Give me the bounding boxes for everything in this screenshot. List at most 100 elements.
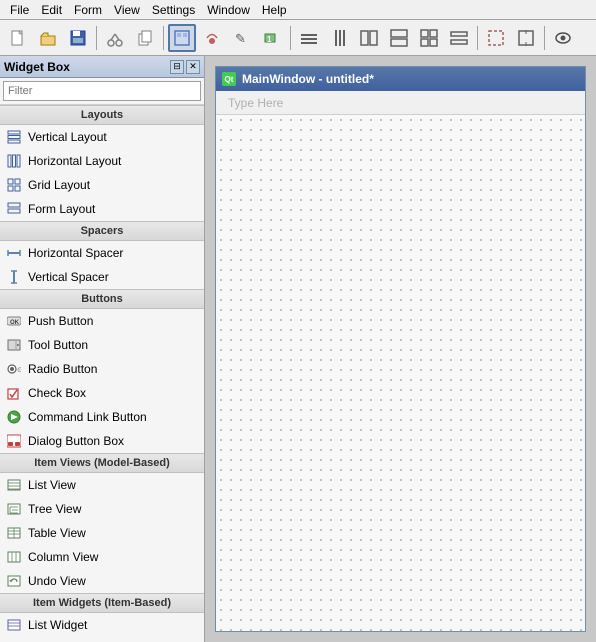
sep2 (163, 26, 164, 50)
item-column-view[interactable]: Column View (0, 545, 204, 569)
toolbar: ✎ 1 (0, 20, 596, 56)
tool-button-label: Tool Button (28, 338, 88, 352)
menu-file[interactable]: File (4, 1, 35, 19)
list-widget-icon (6, 617, 22, 633)
menu-help[interactable]: Help (256, 1, 293, 19)
svg-text:⊙: ⊙ (17, 367, 21, 374)
main-window: Qt MainWindow - untitled* Type Here (215, 66, 586, 632)
dialog-button-box-label: Dialog Button Box (28, 434, 124, 448)
new-icon (9, 29, 27, 47)
item-list-view[interactable]: List View (0, 473, 204, 497)
item-grid-layout[interactable]: Grid Layout (0, 173, 204, 197)
horizontal-spacer-label: Horizontal Spacer (28, 246, 123, 260)
horizontal-spacer-icon (6, 245, 22, 261)
sep5 (544, 26, 545, 50)
item-dialog-button-box[interactable]: Dialog Button Box (0, 429, 204, 453)
preview-button[interactable] (549, 24, 577, 52)
new-button[interactable] (4, 24, 32, 52)
main-window-body: Type Here (216, 91, 585, 631)
save-icon (69, 29, 87, 47)
item-push-button[interactable]: OK Push Button (0, 309, 204, 333)
item-tool-button[interactable]: Tool Button (0, 333, 204, 357)
layout-form-button[interactable] (445, 24, 473, 52)
signals-button[interactable] (198, 24, 226, 52)
break-layout-icon (487, 29, 505, 47)
break-layout-button[interactable] (482, 24, 510, 52)
layout-v-icon (330, 29, 348, 47)
widget-editor-button[interactable] (168, 24, 196, 52)
grid-layout-label: Grid Layout (28, 178, 90, 192)
save-button[interactable] (64, 24, 92, 52)
list-widget-label: List Widget (28, 618, 87, 632)
svg-text:1: 1 (267, 35, 272, 44)
item-tree-widget[interactable]: Tree Widget (0, 637, 204, 642)
widget-box-close-button[interactable]: ✕ (186, 60, 200, 74)
menu-edit[interactable]: Edit (35, 1, 68, 19)
buddies-button[interactable]: ✎ (228, 24, 256, 52)
item-vertical-layout[interactable]: Vertical Layout (0, 125, 204, 149)
table-view-icon (6, 525, 22, 541)
vertical-layout-icon (6, 129, 22, 145)
dialog-button-box-icon (6, 433, 22, 449)
main-window-menubar[interactable]: Type Here (216, 91, 585, 115)
item-horizontal-spacer[interactable]: Horizontal Spacer (0, 241, 204, 265)
layout-split-v-button[interactable] (385, 24, 413, 52)
radio-button-label: Radio Button (28, 362, 97, 376)
item-tree-view[interactable]: Tree View (0, 497, 204, 521)
filter-bar (0, 78, 204, 105)
layout-h-button[interactable] (295, 24, 323, 52)
push-button-label: Push Button (28, 314, 93, 328)
widget-editor-icon (173, 29, 191, 47)
item-table-view[interactable]: Table View (0, 521, 204, 545)
menu-window[interactable]: Window (201, 1, 256, 19)
form-layout-icon (6, 201, 22, 217)
sep1 (96, 26, 97, 50)
filter-input[interactable] (3, 81, 201, 101)
horizontal-layout-label: Horizontal Layout (28, 154, 121, 168)
item-radio-button[interactable]: ⊙ Radio Button (0, 357, 204, 381)
copy-button[interactable] (131, 24, 159, 52)
open-button[interactable] (34, 24, 62, 52)
layout-h-icon (300, 29, 318, 47)
type-here-placeholder[interactable]: Type Here (220, 93, 291, 113)
item-form-layout[interactable]: Form Layout (0, 197, 204, 221)
layout-split-h-icon (360, 29, 378, 47)
widget-box-controls: ⊟ ✕ (170, 60, 200, 74)
column-view-icon (6, 549, 22, 565)
canvas-dotted[interactable] (216, 115, 585, 631)
menu-view[interactable]: View (108, 1, 146, 19)
tab-order-button[interactable]: 1 (258, 24, 286, 52)
widget-box: Widget Box ⊟ ✕ Layouts Vertical La (0, 56, 205, 642)
sep3 (290, 26, 291, 50)
item-check-box[interactable]: Check Box (0, 381, 204, 405)
item-horizontal-layout[interactable]: Horizontal Layout (0, 149, 204, 173)
svg-text:✎: ✎ (235, 31, 246, 46)
push-button-icon: OK (6, 313, 22, 329)
menu-form[interactable]: Form (68, 1, 108, 19)
form-layout-label: Form Layout (28, 202, 95, 216)
item-command-link-button[interactable]: Command Link Button (0, 405, 204, 429)
menu-settings[interactable]: Settings (146, 1, 201, 19)
preview-icon (554, 29, 572, 47)
canvas-area[interactable]: Qt MainWindow - untitled* Type Here (205, 56, 596, 642)
adjust-size-button[interactable] (512, 24, 540, 52)
list-view-icon (6, 477, 22, 493)
layout-grid-button[interactable] (415, 24, 443, 52)
section-item-widgets: Item Widgets (Item-Based) (0, 593, 204, 613)
item-list-widget[interactable]: List Widget (0, 613, 204, 637)
vertical-spacer-label: Vertical Spacer (28, 270, 109, 284)
widget-box-float-button[interactable]: ⊟ (170, 60, 184, 74)
menubar: File Edit Form View Settings Window Help (0, 0, 596, 20)
item-vertical-spacer[interactable]: Vertical Spacer (0, 265, 204, 289)
signals-icon (203, 29, 221, 47)
sep4 (477, 26, 478, 50)
item-undo-view[interactable]: Undo View (0, 569, 204, 593)
vertical-spacer-icon (6, 269, 22, 285)
main-window-title: MainWindow - untitled* (242, 72, 374, 86)
cut-button[interactable] (101, 24, 129, 52)
layout-v-button[interactable] (325, 24, 353, 52)
horizontal-layout-icon (6, 153, 22, 169)
layout-split-h-button[interactable] (355, 24, 383, 52)
open-icon (39, 29, 57, 47)
command-link-button-icon (6, 409, 22, 425)
